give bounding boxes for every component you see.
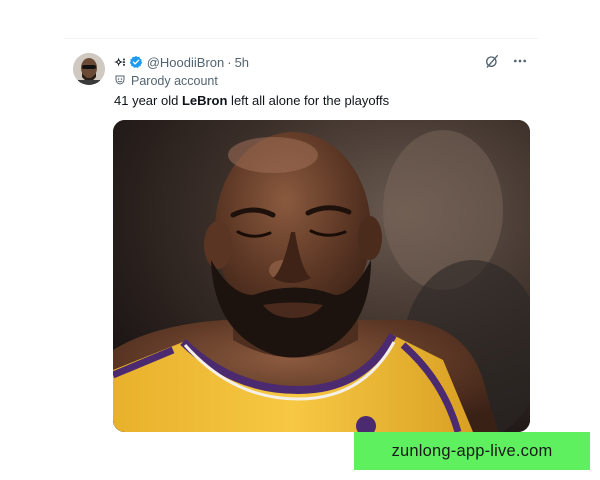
tweet-text-end: left all alone for the playoffs [227, 93, 390, 108]
more-icon[interactable] [512, 53, 528, 69]
display-name-glyph: ✧⁝ [114, 56, 126, 69]
watermark-banner: zunlong-app-live.com [354, 432, 590, 470]
parody-label-row: Parody account [114, 72, 218, 90]
grok-icon[interactable] [484, 53, 500, 69]
verified-badge-icon [129, 55, 143, 69]
parody-label: Parody account [131, 74, 218, 88]
tweet-actions [484, 53, 528, 69]
tweet-text-bold[interactable]: LeBron [182, 93, 228, 108]
watermark-text: zunlong-app-live.com [391, 441, 553, 460]
avatar[interactable] [73, 53, 105, 85]
page: ✧⁝ @HoodiiBron · 5h Parody account 41 ye… [0, 0, 600, 480]
tweet-card[interactable]: ✧⁝ @HoodiiBron · 5h Parody account 41 ye… [64, 38, 538, 439]
tweet-text-start: 41 year old [114, 93, 182, 108]
tweet-header: ✧⁝ @HoodiiBron · 5h [114, 52, 249, 72]
separator-dot: · [227, 54, 232, 70]
mask-icon [114, 74, 126, 89]
handle[interactable]: @HoodiiBron [147, 55, 225, 70]
timestamp[interactable]: 5h [235, 55, 249, 70]
player-photo [113, 120, 530, 432]
tweet-media-image[interactable] [113, 120, 530, 432]
avatar-image [73, 53, 105, 85]
tweet-text: 41 year old LeBron left all alone for th… [114, 93, 389, 108]
display-name[interactable]: ✧⁝ [114, 55, 143, 69]
